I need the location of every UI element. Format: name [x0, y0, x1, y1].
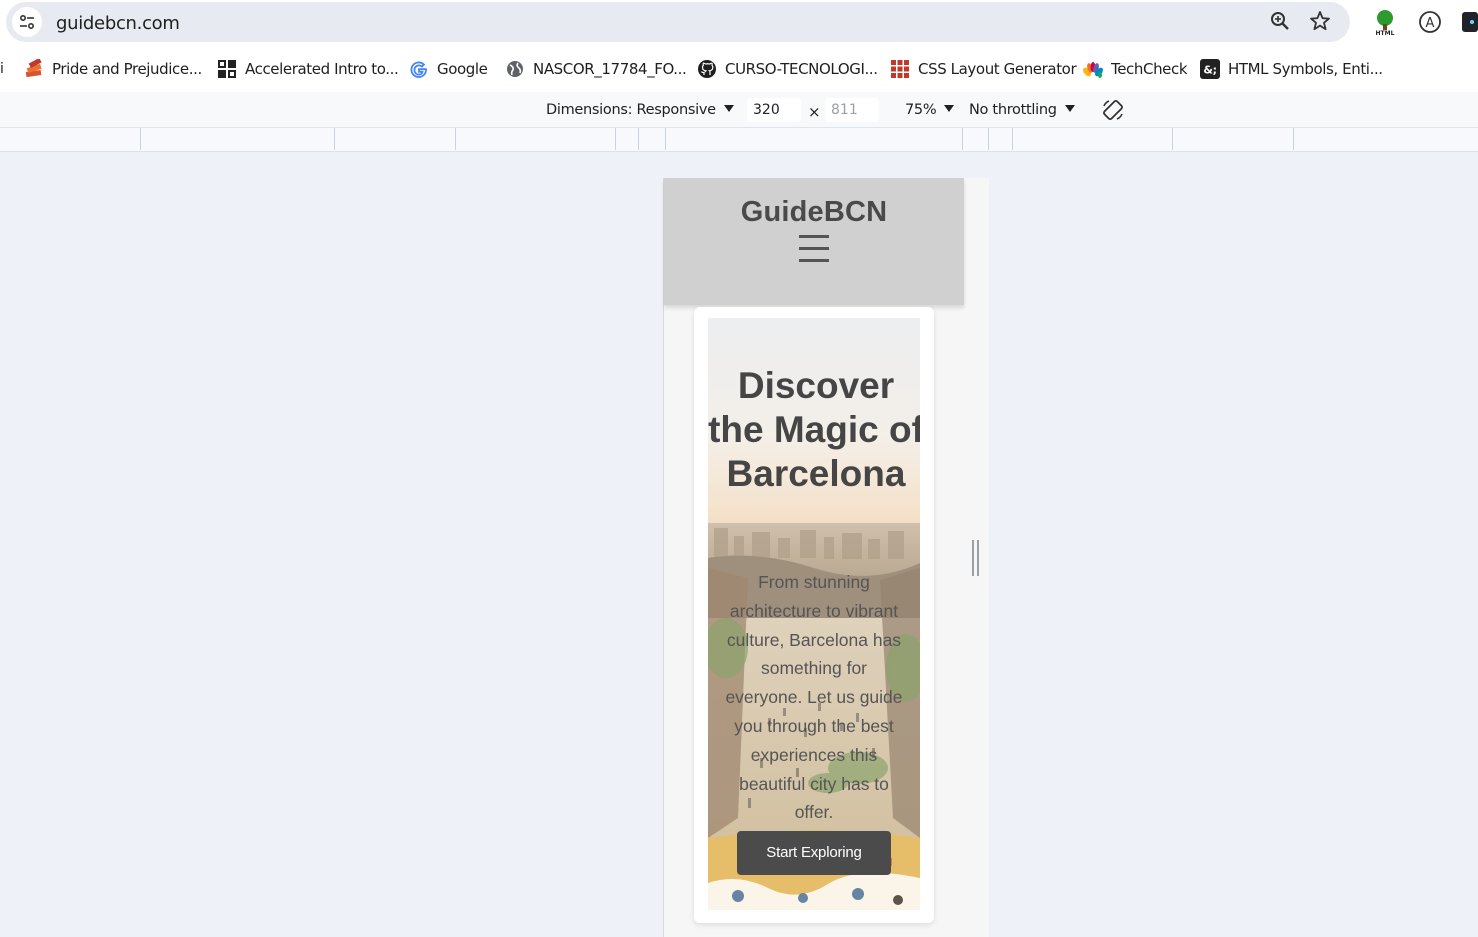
grid-icon	[890, 59, 910, 79]
bookmark-item[interactable]: Accelerated Intro to...	[217, 58, 399, 80]
font-extension-icon[interactable]: A	[1416, 8, 1444, 36]
bookmark-item[interactable]: Pride and Prejudice...	[24, 57, 202, 80]
bookmark-label: CURSO-TECNOLOGI...	[725, 60, 878, 78]
svg-text:HTML: HTML	[1376, 30, 1395, 36]
resize-handle[interactable]	[972, 540, 979, 576]
rotate-icon[interactable]	[1101, 98, 1125, 122]
bookmark-item[interactable]: CURSO-TECNOLOGI...	[697, 58, 878, 80]
html-tree-extension-icon[interactable]: HTML	[1371, 8, 1399, 37]
react-devtools-icon[interactable]	[1462, 8, 1478, 36]
ruler-tick	[1172, 128, 1173, 150]
bookmark-label: Accelerated Intro to...	[245, 60, 399, 78]
ruler-tick	[615, 128, 616, 150]
site-header: GuideBCN	[664, 178, 964, 305]
bookmark-overflow[interactable]: i	[0, 58, 4, 80]
height-input[interactable]: 811	[825, 98, 879, 122]
zoom-dropdown[interactable]: 75%	[905, 102, 955, 118]
throttling-label: No throttling	[969, 102, 1057, 118]
bookmark-label: Pride and Prejudice...	[52, 60, 202, 78]
bookmark-label: TechCheck	[1111, 60, 1188, 78]
bookmark-item[interactable]: &; HTML Symbols, Enti...	[1200, 58, 1383, 80]
ruler-tick	[455, 128, 456, 150]
zoom-icon[interactable]	[1269, 10, 1293, 34]
hero-section: Discover the Magic of Barcelona From stu…	[708, 318, 920, 910]
nbc-peacock-icon	[1083, 59, 1103, 79]
throttling-dropdown[interactable]: No throttling	[969, 102, 1075, 118]
bookmark-label: Google	[437, 60, 488, 78]
address-bar[interactable]: guidebcn.com	[6, 2, 1350, 42]
site-info-icon[interactable]	[12, 7, 42, 37]
book-stack-icon	[24, 57, 44, 79]
bookmark-label: CSS Layout Generator	[918, 60, 1077, 78]
bookmark-label: NASCOR_17784_FO...	[533, 60, 687, 78]
start-exploring-button[interactable]: Start Exploring	[737, 831, 891, 875]
bookmark-item[interactable]: CSS Layout Generator	[890, 58, 1077, 80]
brand-logo[interactable]: GuideBCN	[664, 196, 964, 229]
zoom-label: 75%	[905, 102, 937, 118]
dimensions-label: Dimensions: Responsive	[546, 102, 716, 118]
chevron-down-icon	[1064, 105, 1075, 112]
chevron-down-icon	[944, 105, 955, 112]
bookmarks-bar: i Pride and Prejudice... Accelerated Int…	[0, 46, 1478, 92]
svg-text:&;: &;	[1203, 64, 1216, 77]
url-text[interactable]: guidebcn.com	[56, 13, 180, 34]
bookmark-item[interactable]: NASCOR_17784_FO...	[505, 58, 687, 80]
svg-text:A: A	[1426, 16, 1435, 31]
ruler-tick	[638, 128, 639, 150]
bookmark-item[interactable]: Google	[409, 58, 488, 80]
ruler-tick	[334, 128, 335, 150]
media-query-ruler	[0, 128, 1478, 152]
chevron-down-icon	[723, 105, 734, 112]
google-icon	[409, 59, 429, 79]
ruler-tick	[1012, 128, 1013, 150]
ruler-tick	[665, 128, 666, 150]
ruler-tick	[140, 128, 141, 150]
hamburger-menu-icon[interactable]	[799, 235, 829, 263]
ampersand-icon: &;	[1200, 59, 1220, 79]
ruler-tick	[962, 128, 963, 150]
globe-icon	[505, 59, 525, 79]
dimension-separator: ×	[808, 103, 821, 121]
bookmark-item[interactable]: TechCheck	[1083, 58, 1188, 80]
bookmark-star-icon[interactable]	[1309, 10, 1333, 34]
bookmark-label: HTML Symbols, Enti...	[1228, 60, 1383, 78]
dimensions-dropdown[interactable]: Dimensions: Responsive	[546, 102, 734, 118]
browser-toolbar: guidebcn.com HTML A	[0, 0, 1478, 46]
width-input[interactable]: 320	[747, 98, 801, 122]
hero-description: From stunning architecture to vibrant cu…	[725, 572, 903, 823]
github-icon	[697, 59, 717, 79]
code-grid-icon	[217, 59, 237, 79]
hero-title: Discover the Magic of Barcelona	[708, 365, 920, 494]
ruler-tick	[988, 128, 989, 150]
device-toolbar: Dimensions: Responsive 320 × 811 75% No …	[0, 92, 1478, 128]
ruler-tick	[1293, 128, 1294, 150]
